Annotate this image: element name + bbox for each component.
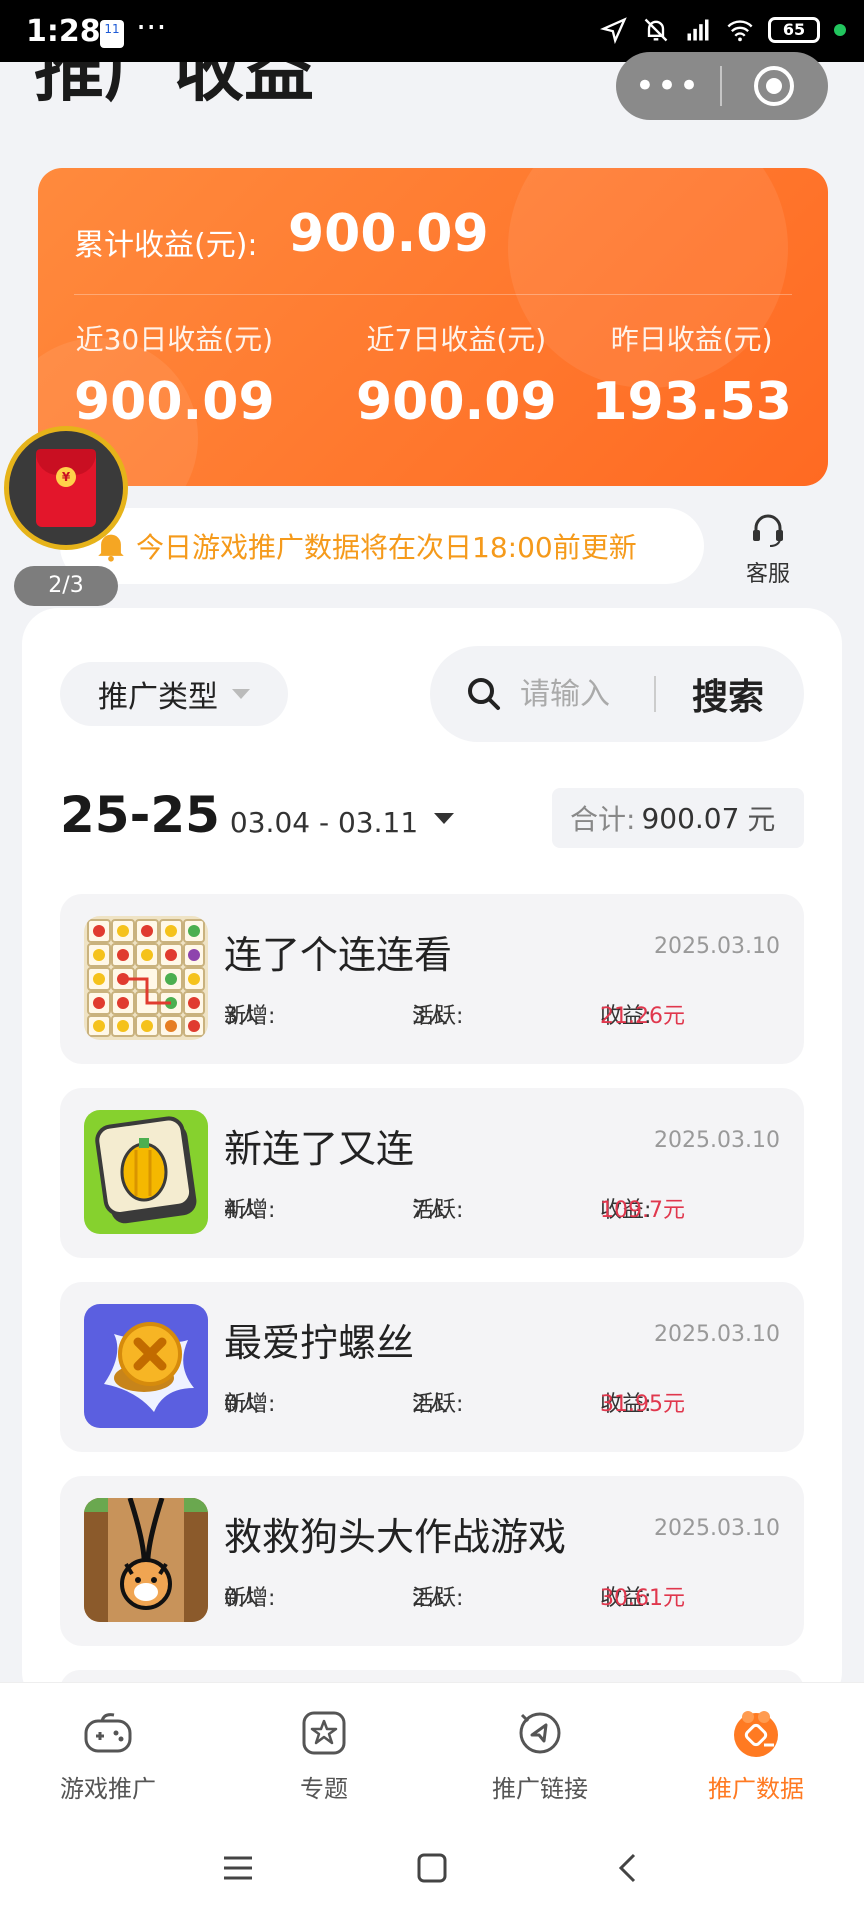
caret-down-icon [434,813,455,824]
game-card[interactable]: 新连了又连 2025.03.10 新增: 4人 活跃: 7人 收益: 109.7元 [60,1088,804,1258]
active-users-value: 7人 [412,1198,448,1223]
notice-text: 今日游戏推广数据将在次日18:00前更新 [136,531,637,564]
link-icon [519,1712,561,1754]
game-name: 最爱拧螺丝 [224,1321,415,1365]
stat-label: 近30日收益(元) [75,323,274,356]
stat-yesterday: 昨日收益(元) 193.53 [591,318,792,432]
revenue-value: 31.95元 [600,1392,685,1417]
battery-indicator: 65 [768,17,820,43]
nav-label: 推广数据 [708,1775,804,1803]
earnings-divider [74,294,792,295]
stat-label: 昨日收益(元) [610,323,773,356]
status-more-icon: ··· [136,8,167,46]
nav-label: 推广链接 [492,1775,588,1803]
status-time: 1:28 [26,14,101,49]
stat-label: 近7日收益(元) [366,323,547,356]
dog-rescue-game-icon [84,1498,208,1622]
calendar-icon: 11 [100,20,124,48]
promotion-type-dropdown[interactable]: 推广类型 [60,662,288,726]
game-date: 2025.03.10 [654,1516,780,1541]
back-icon[interactable] [612,1852,644,1884]
signal-icon [687,19,709,41]
wifi-icon [727,20,753,42]
total-earnings-value: 900.09 [288,204,489,264]
nav-promo-data[interactable]: 推广数据 [648,1683,864,1818]
game-name: 连了个连连看 [224,933,453,977]
star-box-icon [302,1711,346,1755]
red-envelope-button[interactable]: ¥ [4,426,128,550]
game-name: 新连了又连 [224,1127,415,1171]
stat-30-days: 近30日收益(元) 900.09 [74,318,275,432]
date-range-text: 03.04 - 03.11 [229,806,419,839]
menu-icon[interactable] [222,1852,254,1884]
date-year: 25-25 [60,786,220,844]
new-users-value: 0人 [224,1392,260,1417]
status-icons: 65 [600,16,846,44]
stat-value: 900.09 [74,372,275,432]
tile-match-game-icon [84,916,208,1040]
earnings-card: 累计收益(元): 900.09 近30日收益(元) 900.09 近7日收益(元… [38,168,828,486]
game-card[interactable]: 救救狗头大作战游戏 2025.03.10 新增: 0人 活跃: 2人 收益: 30.6… [60,1476,804,1646]
more-button[interactable]: ••• [616,69,720,103]
total-unit: 元 [747,803,776,836]
home-icon[interactable] [416,1852,448,1884]
pepper-tile-game-icon [84,1110,208,1234]
service-label: 客服 [745,562,790,587]
headset-icon [753,514,783,547]
total-value: 900.07 [641,801,740,835]
game-date: 2025.03.10 [654,1128,780,1153]
game-name: 救救狗头大作战游戏 [224,1515,567,1559]
nav-game-promotion[interactable]: 游戏推广 [0,1683,216,1818]
active-users-value: 2人 [412,1586,448,1611]
active-users-value: 2人 [412,1392,448,1417]
coin-icon: ¥ [56,467,76,487]
search-input[interactable] [520,676,650,712]
miniprogram-capsule: ••• [616,52,828,120]
nav-promo-link[interactable]: 推广链接 [432,1683,648,1818]
game-card[interactable]: 最爱拧螺丝 2025.03.10 新增: 0人 活跃: 2人 收益: 31.95元 [60,1282,804,1452]
revenue-value: 21.26元 [600,1004,685,1029]
nav-label: 游戏推广 [60,1775,156,1803]
search-divider [654,676,656,712]
bell-muted-icon [644,18,668,42]
search-icon [468,678,500,710]
privacy-dot [834,24,846,36]
stat-7-days: 近7日收益(元) 900.09 [356,318,557,432]
screw-game-icon [84,1304,208,1428]
total-earnings-label: 累计收益(元): [74,228,258,263]
new-users-value: 3人 [224,1004,260,1029]
game-date: 2025.03.10 [654,1322,780,1347]
new-users-value: 4人 [224,1198,260,1223]
revenue-value: 109.7元 [600,1198,685,1223]
nav-label: 专题 [300,1775,348,1803]
location-icon [600,17,627,44]
stat-value: 193.53 [591,372,792,432]
new-users-value: 0人 [224,1586,260,1611]
notice-bar: 今日游戏推广数据将在次日18:00前更新 [60,508,704,584]
caret-down-icon [232,689,250,699]
red-envelope-icon: ¥ [36,449,96,527]
close-button[interactable] [722,64,826,108]
bottom-nav: 游戏推广 专题 推广链接 推广数据 [0,1682,864,1818]
date-range-picker[interactable]: 25-25 03.04 - 03.11 [60,786,455,844]
search-button[interactable]: 搜索 [692,668,764,720]
system-nav-bar [0,1818,864,1920]
promotion-type-label: 推广类型 [98,680,218,715]
search-bar: 搜索 [430,646,804,742]
target-icon [754,66,794,106]
game-date: 2025.03.10 [654,934,780,959]
total-summary: 合计: 900.07 元 [552,788,804,848]
gamepad-icon [84,1713,132,1753]
revenue-value: 30.61元 [600,1586,685,1611]
total-label: 合计: [570,803,636,836]
stat-value: 900.09 [356,372,557,432]
envelope-count-badge: 2/3 [14,566,118,606]
game-card[interactable]: 连了个连连看 2025.03.10 新增: 3人 活跃: 3人 收益: 21.26元 [60,894,804,1064]
data-icon [734,1711,778,1757]
active-users-value: 3人 [412,1004,448,1029]
nav-topics[interactable]: 专题 [216,1683,432,1818]
customer-service-button[interactable]: 客服 [742,510,794,588]
